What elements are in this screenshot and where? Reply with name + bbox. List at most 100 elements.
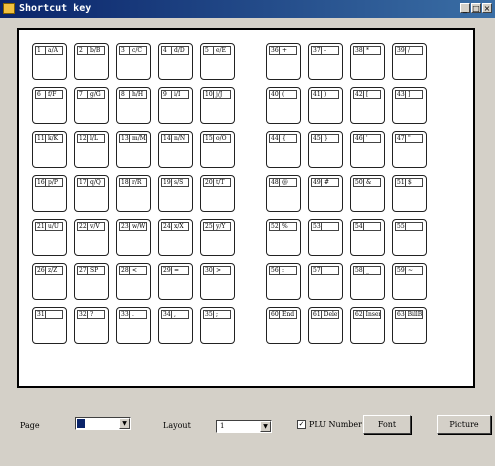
shortcut-key-45[interactable]: 45} (308, 131, 343, 168)
shortcut-key-25[interactable]: 25 y/Y (200, 219, 235, 256)
shortcut-key-48[interactable]: 48 @ (266, 175, 301, 212)
key-label: [ (366, 91, 369, 98)
shortcut-key-12[interactable]: 12 l/L (74, 131, 109, 168)
page-select[interactable]: 1 ▼ (75, 417, 131, 430)
shortcut-key-57[interactable]: 57 (308, 263, 343, 300)
key-label: r/R (132, 179, 142, 186)
shortcut-key-5[interactable]: 5 e/E (200, 43, 235, 80)
shortcut-key-22[interactable]: 22 v/V (74, 219, 109, 256)
key-label: p/P (48, 179, 58, 186)
shortcut-key-29[interactable]: 29 = (158, 263, 193, 300)
shortcut-key-46[interactable]: 46 ' (350, 131, 385, 168)
shortcut-key-17[interactable]: 17 q/Q (74, 175, 109, 212)
chevron-down-icon[interactable]: ▼ (119, 418, 130, 429)
shortcut-key-26[interactable]: 26 z/Z (32, 263, 67, 300)
shortcut-key-30[interactable]: 30 > (200, 263, 235, 300)
shortcut-key-44[interactable]: 44{ (266, 131, 301, 168)
shortcut-key-38[interactable]: 38 * (350, 43, 385, 80)
shortcut-key-8[interactable]: 8 h/H (116, 87, 151, 124)
shortcut-key-2[interactable]: 2 b/B (74, 43, 109, 80)
shortcut-key-52[interactable]: 52% (266, 219, 301, 256)
key-label: s/S (174, 179, 184, 186)
page-label: Page (20, 421, 40, 430)
plu-number-checkbox[interactable]: ✓ PLU Number (297, 420, 362, 429)
shortcut-key-21[interactable]: 21 u/U (32, 219, 67, 256)
shortcut-key-47[interactable]: 47 " (392, 131, 427, 168)
key-tag: 16 p/P (35, 178, 63, 187)
shortcut-key-14[interactable]: 14 n/N (158, 131, 193, 168)
key-label (364, 223, 366, 230)
shortcut-key-56[interactable]: 56: (266, 263, 301, 300)
shortcut-key-18[interactable]: 18 r/R (116, 175, 151, 212)
key-number: 32 (79, 311, 88, 318)
shortcut-key-6[interactable]: 6 f/F (32, 87, 67, 124)
shortcut-key-19[interactable]: 19 s/S (158, 175, 193, 212)
shortcut-key-23[interactable]: 23 w/W (116, 219, 151, 256)
shortcut-key-40[interactable]: 40( (266, 87, 301, 124)
shortcut-key-63[interactable]: 63 BillB (392, 307, 427, 344)
shortcut-key-13[interactable]: 13 m/M (116, 131, 151, 168)
shortcut-key-9[interactable]: 9 i/I (158, 87, 193, 124)
shortcut-key-28[interactable]: 28 < (116, 263, 151, 300)
shortcut-key-61[interactable]: 61Delete (308, 307, 343, 344)
shortcut-key-60[interactable]: 60 End (266, 307, 301, 344)
shortcut-key-3[interactable]: 3 c/C (116, 43, 151, 80)
key-tag: 48 @ (269, 178, 297, 187)
shortcut-key-62[interactable]: 62Insert (350, 307, 385, 344)
shortcut-key-53[interactable]: 53 (308, 219, 343, 256)
minimize-button[interactable]: _ (460, 3, 470, 13)
shortcut-key-33[interactable]: 33. (116, 307, 151, 344)
key-tag: 40( (269, 90, 297, 99)
shortcut-key-11[interactable]: 11 k/K (32, 131, 67, 168)
window-controls: _ □ × (460, 3, 492, 13)
key-label: . (132, 311, 134, 318)
shortcut-key-4[interactable]: 4 d/D (158, 43, 193, 80)
key-tag: 2 b/B (77, 46, 105, 55)
font-button[interactable]: Font (363, 415, 411, 434)
key-tag: 50 & (353, 178, 381, 187)
picture-button[interactable]: Picture (437, 415, 491, 434)
checkbox-check-icon[interactable]: ✓ (297, 420, 306, 429)
shortcut-key-41[interactable]: 41) (308, 87, 343, 124)
shortcut-key-32[interactable]: 32? (74, 307, 109, 344)
close-button[interactable]: × (482, 3, 492, 13)
chevron-down-icon[interactable]: ▼ (260, 421, 271, 432)
shortcut-key-1[interactable]: 1 a/A (32, 43, 67, 80)
key-tag: 22 v/V (77, 222, 105, 231)
shortcut-key-42[interactable]: 42[ (350, 87, 385, 124)
maximize-button[interactable]: □ (471, 3, 481, 13)
key-tag: 56: (269, 266, 297, 275)
shortcut-key-16[interactable]: 16 p/P (32, 175, 67, 212)
key-label (322, 267, 324, 274)
shortcut-key-20[interactable]: 20 t/T (200, 175, 235, 212)
shortcut-key-7[interactable]: 7 g/G (74, 87, 109, 124)
key-label: : (282, 267, 285, 274)
shortcut-key-58[interactable]: 58 _ (350, 263, 385, 300)
key-label: v/V (90, 223, 100, 230)
key-number: 27 (79, 267, 88, 274)
key-tag: 45} (311, 134, 339, 143)
shortcut-key-24[interactable]: 24 x/X (158, 219, 193, 256)
shortcut-key-36[interactable]: 36 + (266, 43, 301, 80)
key-tag: 33. (119, 310, 147, 319)
shortcut-key-43[interactable]: 43] (392, 87, 427, 124)
key-label: Delete (323, 311, 338, 318)
shortcut-key-54[interactable]: 54 (350, 219, 385, 256)
key-number: 33 (121, 311, 130, 318)
shortcut-key-10[interactable]: 10 j/J (200, 87, 235, 124)
shortcut-key-27[interactable]: 27 SP (74, 263, 109, 300)
shortcut-key-50[interactable]: 50 & (350, 175, 385, 212)
layout-select[interactable]: 1 ▼ (216, 420, 272, 433)
shortcut-key-37[interactable]: 37- (308, 43, 343, 80)
shortcut-key-31[interactable]: 31 (32, 307, 67, 344)
shortcut-key-35[interactable]: 35; (200, 307, 235, 344)
shortcut-key-34[interactable]: 34, (158, 307, 193, 344)
shortcut-key-15[interactable]: 15 o/O (200, 131, 235, 168)
key-label: + (282, 47, 288, 54)
shortcut-key-39[interactable]: 39/ (392, 43, 427, 80)
shortcut-key-49[interactable]: 49 # (308, 175, 343, 212)
key-number: 15 (205, 135, 214, 142)
shortcut-key-51[interactable]: 51 $ (392, 175, 427, 212)
shortcut-key-55[interactable]: 55 (392, 219, 427, 256)
shortcut-key-59[interactable]: 59 ~ (392, 263, 427, 300)
